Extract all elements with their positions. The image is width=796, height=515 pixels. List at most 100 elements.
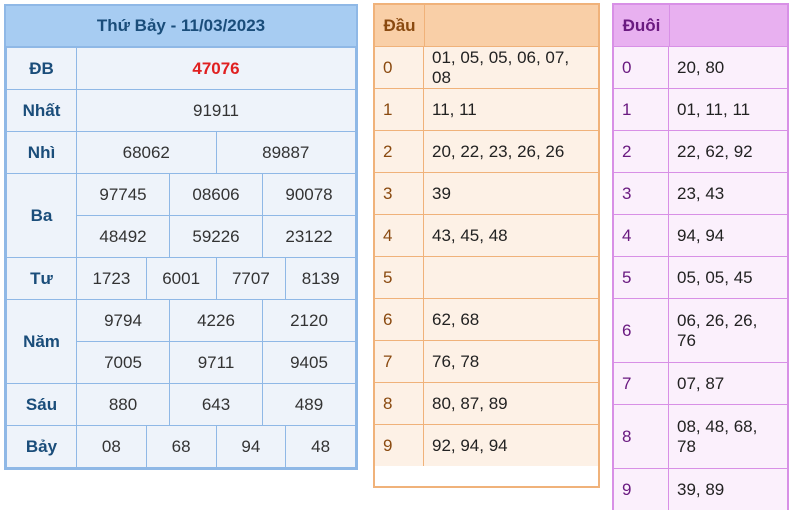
head-value: 01, 05, 05, 06, 07, 08: [432, 47, 570, 87]
prize-value: 9794: [76, 299, 170, 342]
tail-value: 20, 80: [677, 57, 725, 77]
prize-label: Tư: [6, 257, 77, 300]
head-key: 1: [375, 89, 424, 130]
tail-row: 9 39, 89: [614, 469, 787, 510]
prize-value: 47076: [76, 47, 356, 90]
tail-value: 39, 89: [677, 479, 725, 499]
head-row: 3 39: [375, 173, 598, 215]
tail-key: 2: [614, 131, 669, 172]
head-value: 11, 11: [432, 99, 477, 119]
head-row: 8 80, 87, 89: [375, 383, 598, 425]
head-key: 9: [375, 425, 424, 466]
head-value: 62, 68: [432, 309, 480, 329]
prize-value: 489: [262, 383, 356, 426]
tail-row: 5 05, 05, 45: [614, 257, 787, 299]
prize-value: 23122: [262, 215, 356, 258]
tail-value: 08, 48, 68, 78: [677, 416, 758, 456]
tail-row: 0 20, 80: [614, 47, 787, 89]
prize-value: 9711: [169, 341, 263, 384]
head-row: 9 92, 94, 94: [375, 425, 598, 466]
prize-value: 97745: [76, 173, 170, 216]
prize-row-bay: Bảy 08 68 94 48: [6, 425, 356, 468]
tail-key: 0: [614, 47, 669, 88]
tail-row: 3 23, 43: [614, 173, 787, 215]
tail-key: 9: [614, 469, 669, 510]
tail-key: 7: [614, 363, 669, 404]
head-value: [424, 257, 598, 298]
prize-label: ĐB: [6, 47, 77, 90]
tail-value: 94, 94: [677, 225, 725, 245]
prize-value: 880: [76, 383, 170, 426]
head-value: 39: [432, 183, 451, 203]
prize-value: 90078: [262, 173, 356, 216]
head-row: 6 62, 68: [375, 299, 598, 341]
head-key: 5: [375, 257, 424, 298]
prize-label: Bảy: [6, 425, 77, 468]
head-row: 4 43, 45, 48: [375, 215, 598, 257]
results-table: Thứ Bảy - 11/03/2023 ĐB 47076 Nhất 91911…: [4, 4, 358, 470]
tail-key: 5: [614, 257, 669, 298]
prize-row-ba: Ba 97745 08606 90078: [6, 173, 356, 258]
prize-value: 9405: [262, 341, 356, 384]
prize-label: Ba: [6, 173, 77, 258]
head-row: 5: [375, 257, 598, 299]
prize-label: Sáu: [6, 383, 77, 426]
tail-key: 3: [614, 173, 669, 214]
prize-value: 7707: [215, 257, 287, 300]
prize-value: 08606: [169, 173, 263, 216]
prize-row-nhat: Nhất 91911: [6, 89, 356, 132]
prize-value: 8139: [285, 257, 356, 300]
head-value: 92, 94, 94: [432, 435, 508, 455]
head-value: 43, 45, 48: [432, 225, 508, 245]
head-key: 0: [375, 47, 424, 88]
head-row: 0 01, 05, 05, 06, 07, 08: [375, 47, 598, 89]
head-value: 76, 78: [432, 351, 480, 371]
head-header-label: Đầu: [375, 5, 425, 46]
head-header-row: Đầu: [375, 5, 598, 47]
tail-key: 6: [614, 299, 669, 362]
tail-header-label: Đuôi: [614, 5, 670, 46]
prize-value: 68: [145, 425, 217, 468]
head-row: 1 11, 11: [375, 89, 598, 131]
tail-row: 7 07, 87: [614, 363, 787, 405]
tail-value: 23, 43: [677, 183, 725, 203]
prize-label: Nhì: [6, 131, 77, 174]
tail-value: 22, 62, 92: [677, 141, 753, 161]
prize-value: 89887: [215, 131, 356, 174]
prize-value: 08: [76, 425, 147, 468]
prize-row-tu: Tư 1723 6001 7707 8139: [6, 257, 356, 300]
prize-value: 94: [215, 425, 287, 468]
tail-table: Đuôi 0 20, 80 1 01, 11, 11 2 22, 62, 92 …: [612, 3, 789, 510]
prize-value: 91911: [76, 89, 356, 132]
tail-key: 8: [614, 405, 669, 468]
tail-row: 2 22, 62, 92: [614, 131, 787, 173]
head-key: 2: [375, 131, 424, 172]
head-key: 3: [375, 173, 424, 214]
tail-row: 8 08, 48, 68, 78: [614, 405, 787, 469]
tail-value: 06, 26, 26, 76: [677, 310, 758, 350]
head-key: 6: [375, 299, 424, 340]
prize-value: 48492: [76, 215, 170, 258]
tail-row: 1 01, 11, 11: [614, 89, 787, 131]
prize-value: 2120: [262, 299, 356, 342]
tail-row: 4 94, 94: [614, 215, 787, 257]
tail-value: 07, 87: [677, 373, 725, 393]
prize-row-sau: Sáu 880 643 489: [6, 383, 356, 426]
prize-value: 6001: [145, 257, 217, 300]
head-value: 20, 22, 23, 26, 26: [432, 141, 565, 161]
prize-label: Năm: [6, 299, 77, 384]
results-grid: ĐB 47076 Nhất 91911 Nhì 68062 89887 Ba 9…: [6, 47, 356, 468]
head-table: Đầu 0 01, 05, 05, 06, 07, 08 1 11, 11 2 …: [373, 3, 600, 488]
prize-row-nhi: Nhì 68062 89887: [6, 131, 356, 174]
head-key: 7: [375, 341, 424, 382]
head-key: 8: [375, 383, 424, 424]
prize-label: Nhất: [6, 89, 77, 132]
head-row: 7 76, 78: [375, 341, 598, 383]
prize-value: 48: [285, 425, 356, 468]
head-value: 80, 87, 89: [432, 393, 508, 413]
tail-header-row: Đuôi: [614, 5, 787, 47]
prize-value: 4226: [169, 299, 263, 342]
tail-value: 05, 05, 45: [677, 267, 753, 287]
prize-row-nam: Năm 9794 4226 2120: [6, 299, 356, 384]
head-row: 2 20, 22, 23, 26, 26: [375, 131, 598, 173]
